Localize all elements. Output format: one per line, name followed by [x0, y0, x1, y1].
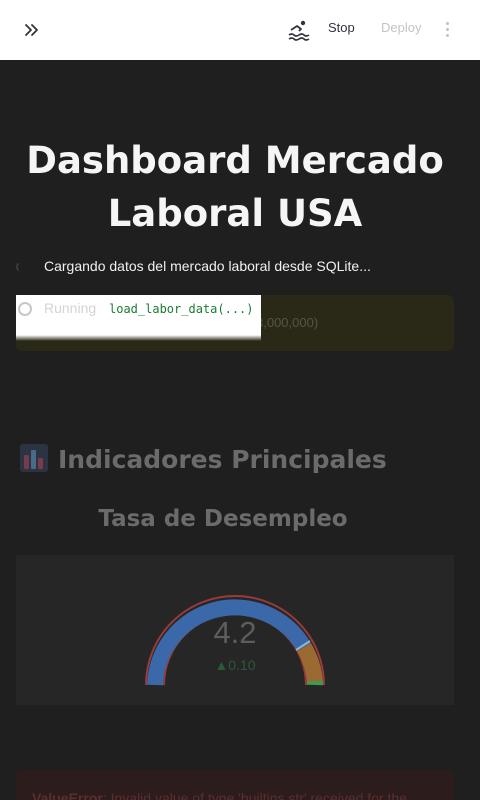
running-function-code: load_labor_data(...)	[109, 302, 254, 316]
spinner-text: Cargando datos del mercado laboral desde…	[44, 258, 371, 274]
error-message: ValueError: Invalid value of type 'built…	[32, 790, 407, 800]
deploy-button[interactable]: Deploy	[381, 20, 421, 35]
app-header: Stop Deploy	[0, 0, 480, 60]
running-label: Running	[44, 300, 97, 316]
main-menu-button[interactable]	[446, 20, 450, 40]
gauge-value: 4.2	[213, 615, 257, 650]
page-title: Dashboard Mercado Laboral USA	[26, 139, 444, 235]
unemployment-gauge: 4.2 ▲0.10	[16, 555, 454, 705]
error-type: ValueError	[32, 790, 103, 800]
loading-spinner: Cargando datos del mercado laboral desde…	[16, 256, 456, 280]
spinner-icon	[16, 261, 28, 273]
error-alert: ValueError: Invalid value of type 'built…	[16, 770, 454, 800]
error-detail: : Invalid value of type 'builtins.str' r…	[102, 790, 407, 800]
info-alert-text: 3,000,000)	[256, 315, 319, 330]
expand-sidebar-button[interactable]	[22, 20, 42, 40]
double-chevron-right-icon	[25, 24, 38, 36]
section-title: Indicadores Principales	[58, 445, 387, 474]
bar-chart-icon	[20, 444, 48, 472]
gauge-delta: ▲0.10	[214, 657, 256, 673]
vertical-dots-icon	[446, 22, 449, 25]
running-status: Running load_labor_data(...)	[16, 295, 261, 341]
swimmer-icon	[287, 18, 311, 42]
section-heading: Indicadores Principales	[20, 444, 387, 474]
stop-button[interactable]: Stop	[328, 20, 355, 35]
running-spinner-icon	[18, 302, 32, 316]
gauge-title: Tasa de Desempleo	[98, 506, 348, 532]
